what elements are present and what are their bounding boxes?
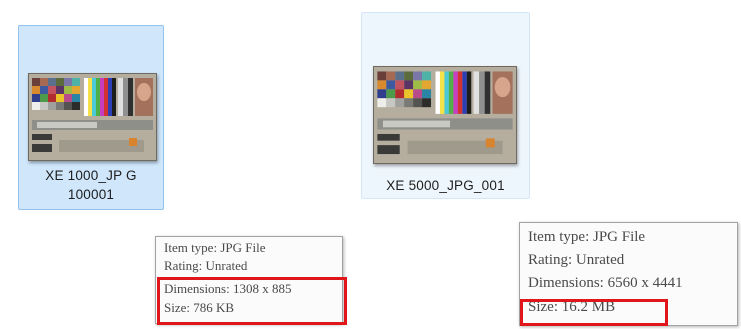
file-info-tooltip: Item type: JPG File Rating: Unrated Dime… bbox=[519, 222, 738, 326]
tooltip-size: Size: 16.2 MB bbox=[528, 299, 616, 315]
tooltip-size: Size: 786 KB bbox=[164, 300, 235, 315]
file-name-label: XE 5000_JPG_001 bbox=[362, 176, 529, 195]
jpg-thumbnail-icon bbox=[28, 73, 157, 161]
tooltip-item-type: Item type: JPG File bbox=[164, 240, 266, 255]
file-name-label: XE 1000_JP G 100001 bbox=[19, 166, 163, 204]
file-item-xe1000[interactable]: XE 1000_JP G 100001 bbox=[18, 25, 164, 210]
file-name-line-1: XE 5000_JPG_001 bbox=[386, 178, 505, 193]
tooltip-rating: Rating: Unrated bbox=[164, 258, 248, 273]
file-name-line-1: XE 1000_JP G bbox=[45, 168, 137, 183]
jpg-thumbnail-icon bbox=[373, 66, 517, 164]
file-name-line-2: 100001 bbox=[67, 187, 115, 202]
tooltip-rating: Rating: Unrated bbox=[528, 252, 625, 268]
file-item-xe5000[interactable]: XE 5000_JPG_001 bbox=[361, 12, 530, 199]
tooltip-dimensions: Dimensions: 6560 x 4441 bbox=[528, 275, 683, 291]
file-info-tooltip: Item type: JPG File Rating: Unrated Dime… bbox=[155, 236, 343, 324]
tooltip-item-type: Item type: JPG File bbox=[528, 229, 646, 245]
tooltip-dimensions: Dimensions: 1308 x 885 bbox=[164, 281, 292, 296]
